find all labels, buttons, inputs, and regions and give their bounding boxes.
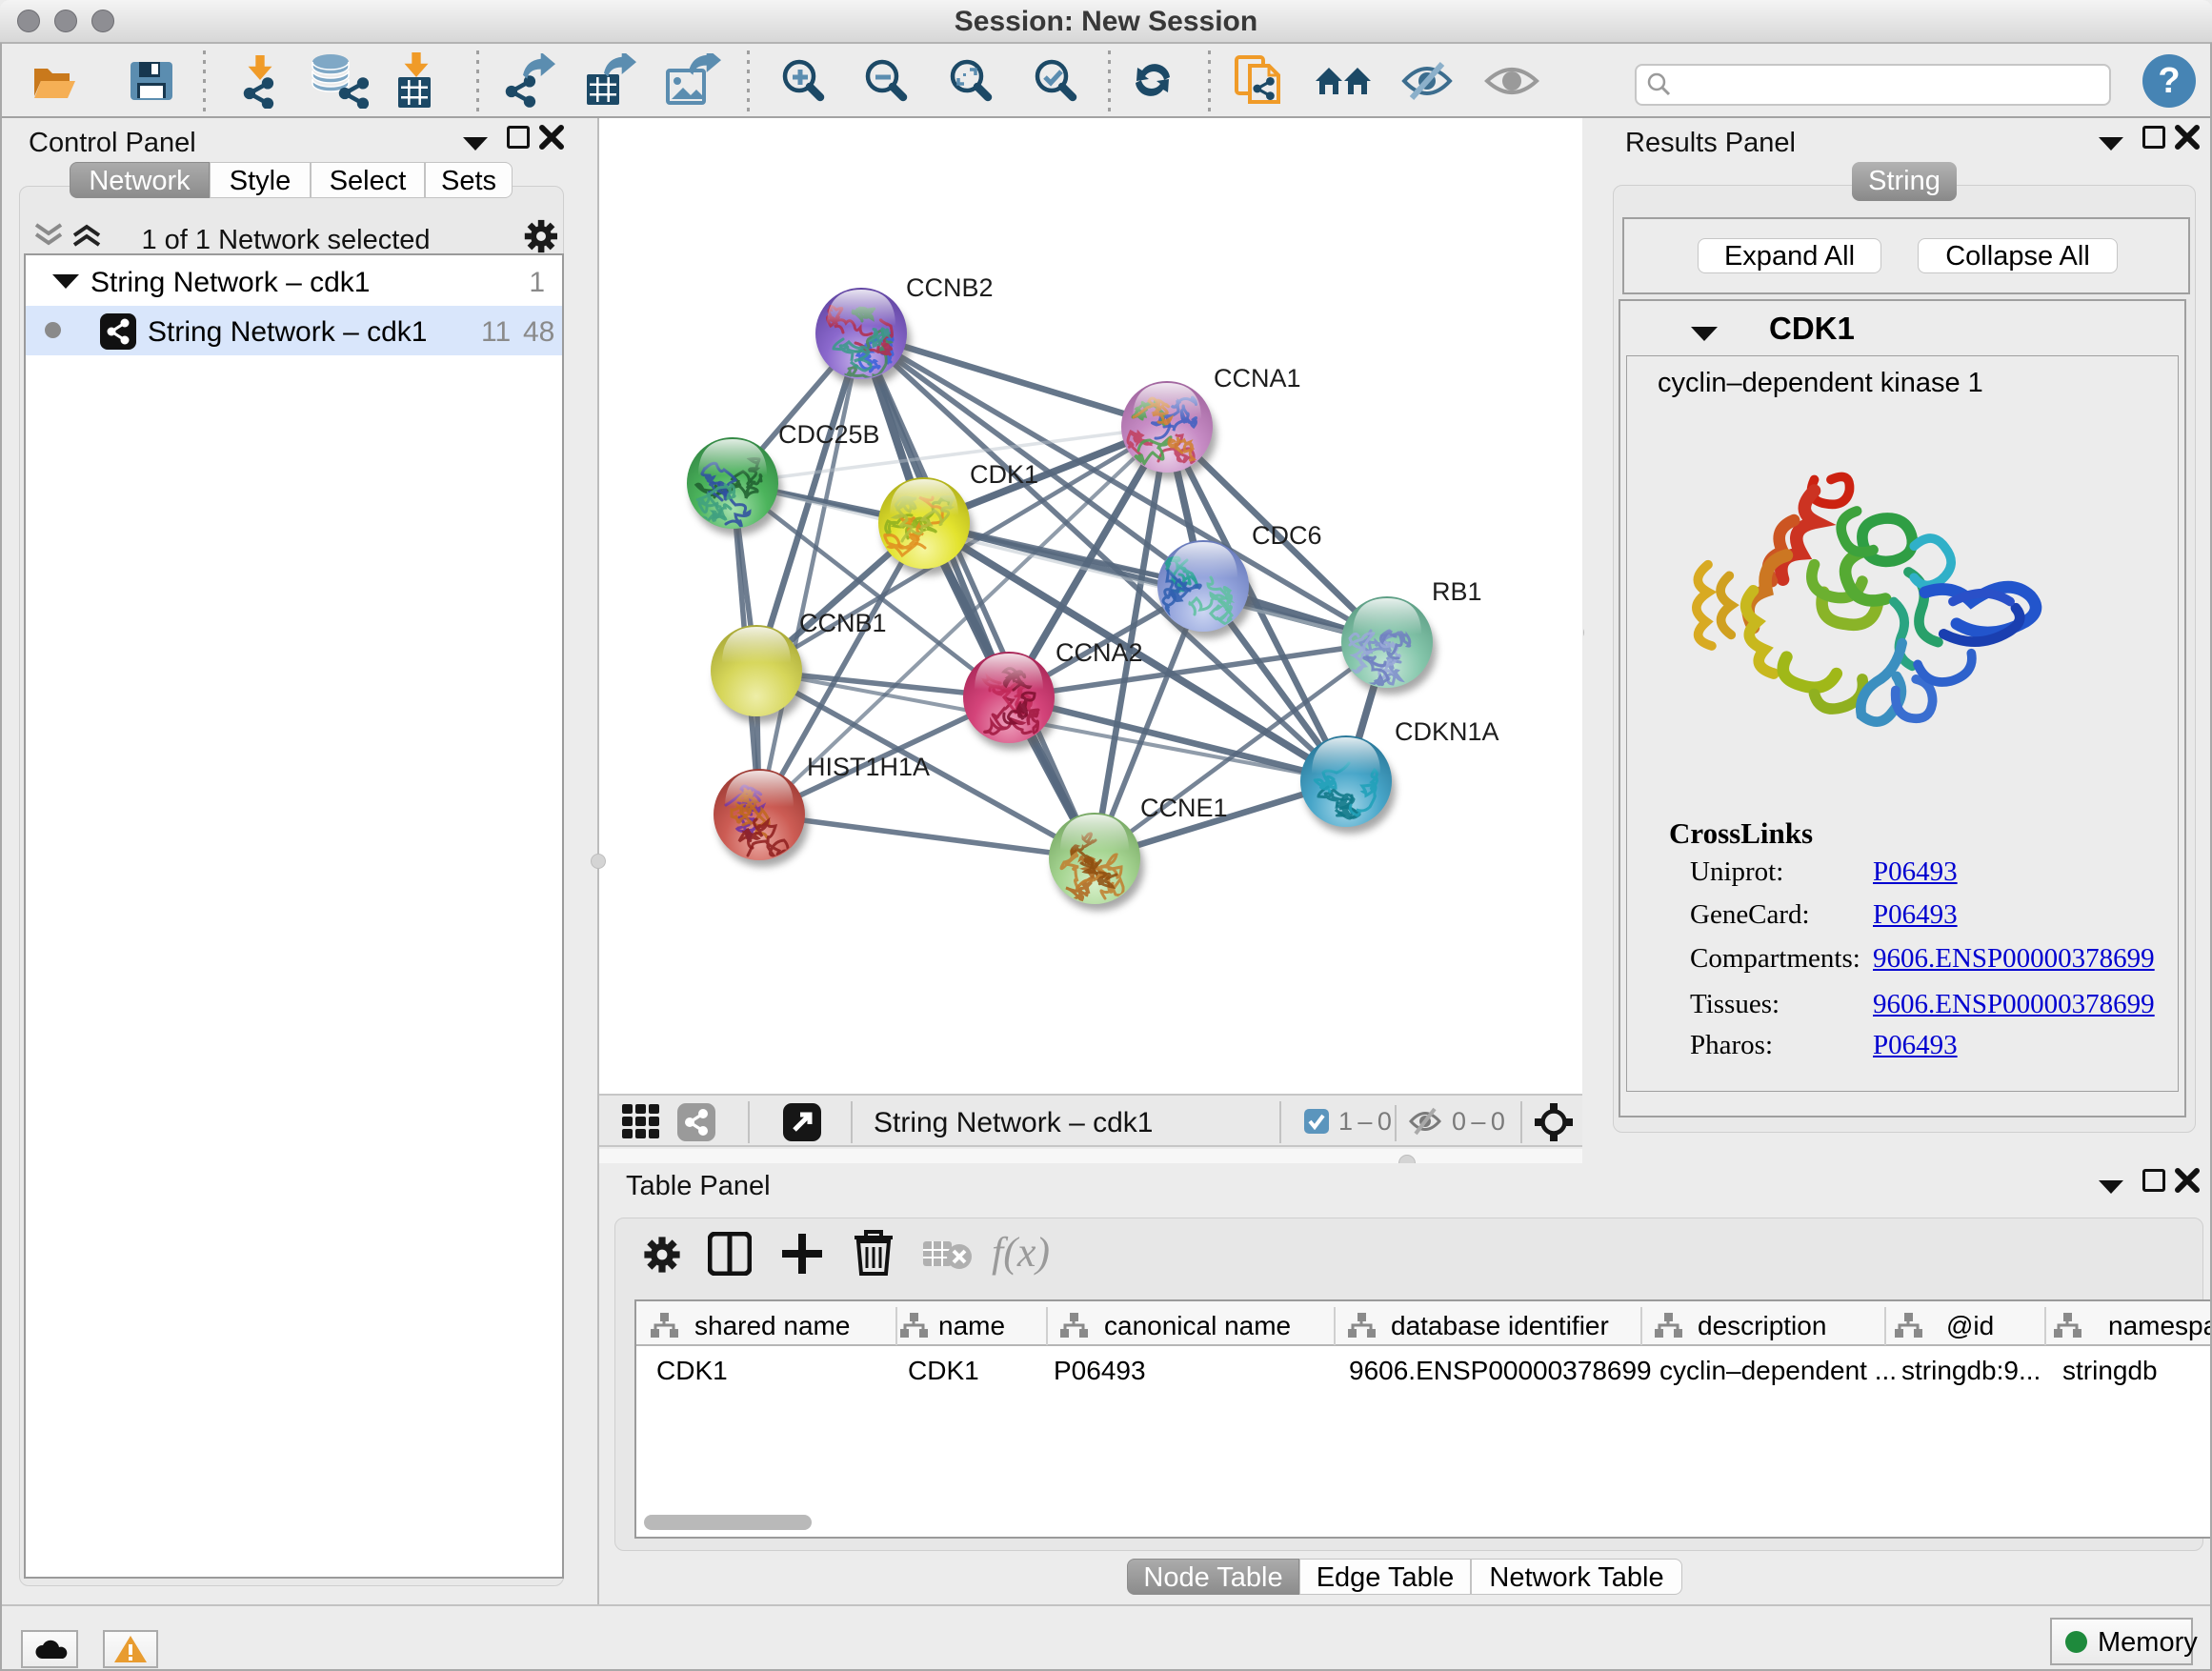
- svg-text:CCNA1: CCNA1: [1214, 364, 1301, 393]
- svg-text:CCNB2: CCNB2: [906, 273, 994, 302]
- svg-text:CDK1: CDK1: [970, 460, 1038, 489]
- svg-text:CDC25B: CDC25B: [778, 420, 880, 449]
- svg-text:CCNA2: CCNA2: [1056, 638, 1143, 667]
- svg-text:RB1: RB1: [1432, 577, 1482, 606]
- svg-text:HIST1H1A: HIST1H1A: [807, 753, 930, 781]
- svg-text:CCNE1: CCNE1: [1140, 794, 1228, 822]
- svg-text:CCNB1: CCNB1: [799, 609, 887, 637]
- svg-text:CDKN1A: CDKN1A: [1395, 717, 1499, 746]
- svg-text:CDC6: CDC6: [1252, 521, 1322, 550]
